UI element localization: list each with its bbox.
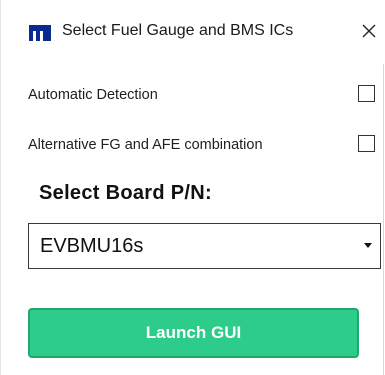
- launch-gui-label: Launch GUI: [145, 323, 242, 342]
- title-bar: Select Fuel Gauge and BMS ICs: [1, 0, 385, 64]
- dialog-window: Select Fuel Gauge and BMS ICs Automatic …: [0, 0, 385, 375]
- maxim-logo-icon: [29, 25, 51, 41]
- board-pn-select[interactable]: EVBMU16s: [28, 223, 381, 269]
- option-automatic-detection: Automatic Detection: [28, 84, 378, 108]
- close-button[interactable]: [357, 19, 381, 43]
- alternative-combination-checkbox[interactable]: [358, 135, 375, 152]
- window-title: Select Fuel Gauge and BMS ICs: [62, 22, 294, 39]
- launch-gui-button[interactable]: Launch GUI: [28, 308, 359, 358]
- option-alternative-combination: Alternative FG and AFE combination: [28, 134, 378, 158]
- automatic-detection-checkbox[interactable]: [358, 85, 375, 102]
- close-icon: [362, 24, 376, 38]
- alternative-combination-label: Alternative FG and AFE combination: [28, 137, 263, 153]
- board-pn-heading: Select Board P/N:: [39, 182, 212, 204]
- automatic-detection-label: Automatic Detection: [28, 87, 158, 103]
- board-pn-selected-value: EVBMU16s: [40, 235, 144, 257]
- dropdown-arrow-icon: [364, 243, 372, 248]
